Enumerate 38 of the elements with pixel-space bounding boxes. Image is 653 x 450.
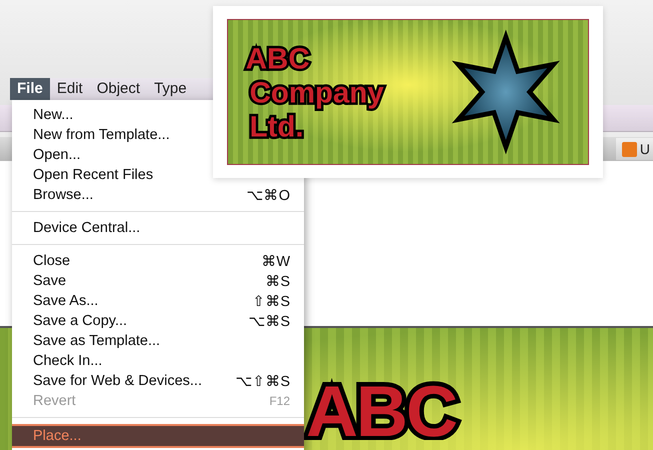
- menu-item[interactable]: Device Central...: [12, 218, 304, 238]
- menu-bar-item[interactable]: Object: [90, 78, 148, 100]
- shortcut-label: ⌥⌘S: [248, 312, 290, 330]
- menu-item[interactable]: Browse... ⌥⌘O: [12, 185, 304, 205]
- menu-item-label: Open...: [33, 147, 81, 163]
- shortcut-label: ⌥⌘O: [246, 186, 290, 204]
- shortcut-label: ⌘W: [261, 252, 290, 270]
- menu-bar-item[interactable]: Type: [147, 78, 194, 100]
- menu-item-label: Revert: [33, 393, 76, 409]
- shortcut-label: ⌘S: [265, 272, 290, 290]
- menu-item-label: Device Central...: [33, 220, 140, 236]
- menu-item-label: Save as Template...: [33, 333, 160, 349]
- menu-item-label: Save As...: [33, 293, 98, 309]
- logo-text: ABC Company Ltd.: [242, 34, 446, 150]
- menu-item-label: Browse...: [33, 187, 94, 203]
- menu-item-label: Open Recent Files: [33, 167, 154, 183]
- menu-item[interactable]: Save ⌘S: [12, 271, 304, 291]
- menu-item-label: Check In...: [33, 353, 102, 369]
- menu-item[interactable]: Close ⌘W: [12, 251, 304, 271]
- shortcut-label: ⇧⌘S: [252, 292, 290, 310]
- menu-item[interactable]: Check In...: [12, 351, 304, 371]
- menu-item[interactable]: Save As... ⇧⌘S: [12, 291, 304, 311]
- document-icon: [622, 142, 637, 156]
- menu-bar-item[interactable]: File: [10, 78, 50, 100]
- shortcut-label: F12: [269, 394, 290, 408]
- menu-item[interactable]: Save a Copy... ⌥⌘S: [12, 311, 304, 331]
- menu-item-label: Save a Copy...: [33, 313, 128, 329]
- menu-item-label: New...: [33, 107, 74, 123]
- menu-item-label: Place...: [33, 428, 82, 444]
- menu-bar-item[interactable]: Edit: [50, 78, 90, 100]
- menu-item-label: Save: [33, 273, 66, 289]
- document-tab[interactable]: U: [616, 138, 653, 160]
- menu-item-label: Close: [33, 253, 70, 269]
- menu-item-label: Save for Web & Devices...: [33, 373, 202, 389]
- menu-item[interactable]: Save as Template...: [12, 331, 304, 351]
- tab-label: U: [640, 141, 650, 157]
- menu-item[interactable]: Place...: [12, 424, 304, 448]
- shortcut-label: ⌥⇧⌘S: [235, 372, 290, 390]
